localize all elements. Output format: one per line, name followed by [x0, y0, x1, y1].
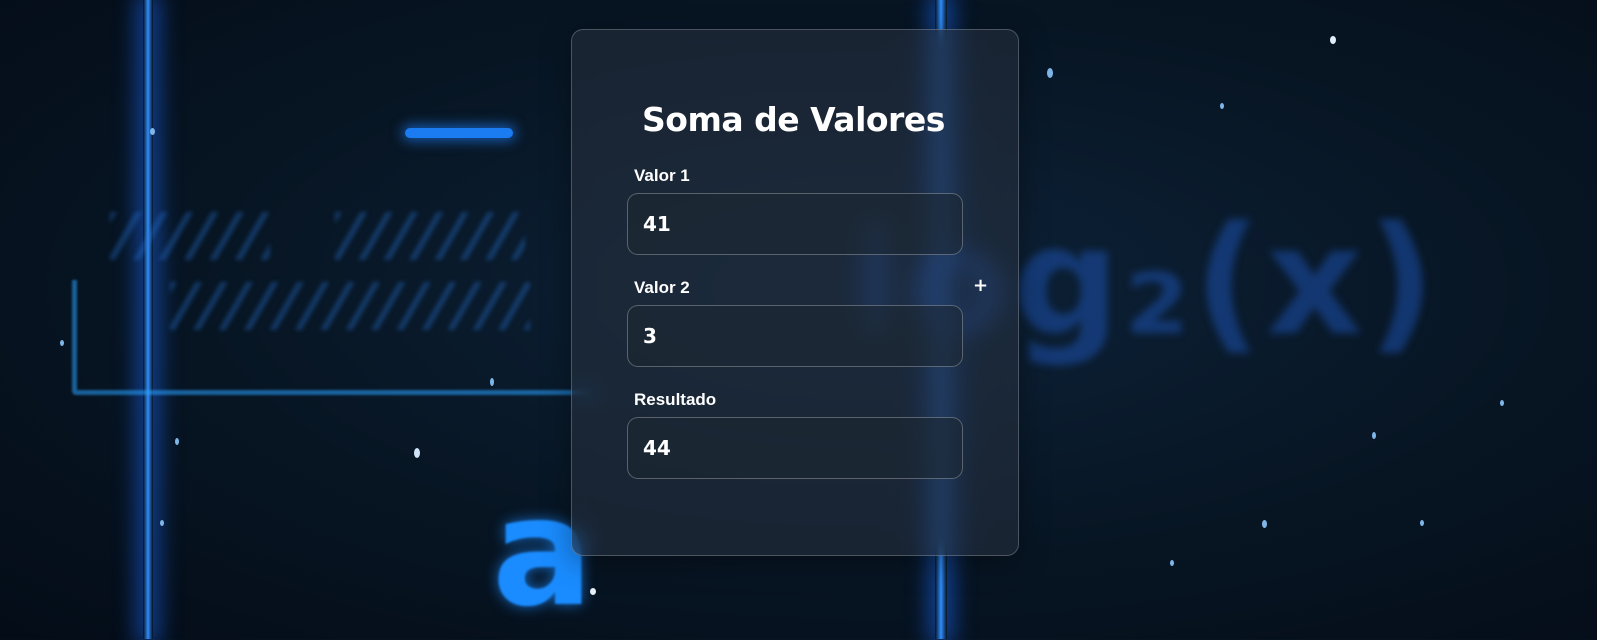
value2-input[interactable]	[627, 305, 963, 367]
particle	[490, 378, 494, 386]
minus-glyph-decoration	[405, 128, 513, 138]
sum-form-card: Soma de Valores Valor 1 Valor 2 Resultad…	[571, 29, 1019, 556]
value1-input[interactable]	[627, 193, 963, 255]
particle	[1420, 520, 1424, 526]
particle	[60, 340, 64, 346]
result-label: Resultado	[634, 390, 717, 409]
particle	[1500, 400, 1504, 406]
value1-label: Valor 1	[634, 166, 690, 185]
particle	[175, 438, 179, 445]
particle	[1047, 68, 1053, 78]
particle	[414, 448, 420, 458]
particle	[590, 588, 596, 595]
particle	[1372, 432, 1376, 439]
value2-label: Valor 2	[634, 278, 690, 297]
particle	[1330, 36, 1336, 44]
hatch-decoration	[110, 212, 270, 260]
particle	[1262, 520, 1267, 528]
particle	[1170, 560, 1174, 566]
particle	[150, 128, 155, 135]
result-field	[627, 417, 963, 479]
hatch-decoration	[335, 212, 525, 260]
particle	[160, 520, 164, 526]
page-title: Soma de Valores	[642, 100, 945, 139]
bracket-decoration	[72, 280, 597, 395]
plus-operator: +	[973, 275, 989, 296]
particle	[1220, 103, 1224, 109]
